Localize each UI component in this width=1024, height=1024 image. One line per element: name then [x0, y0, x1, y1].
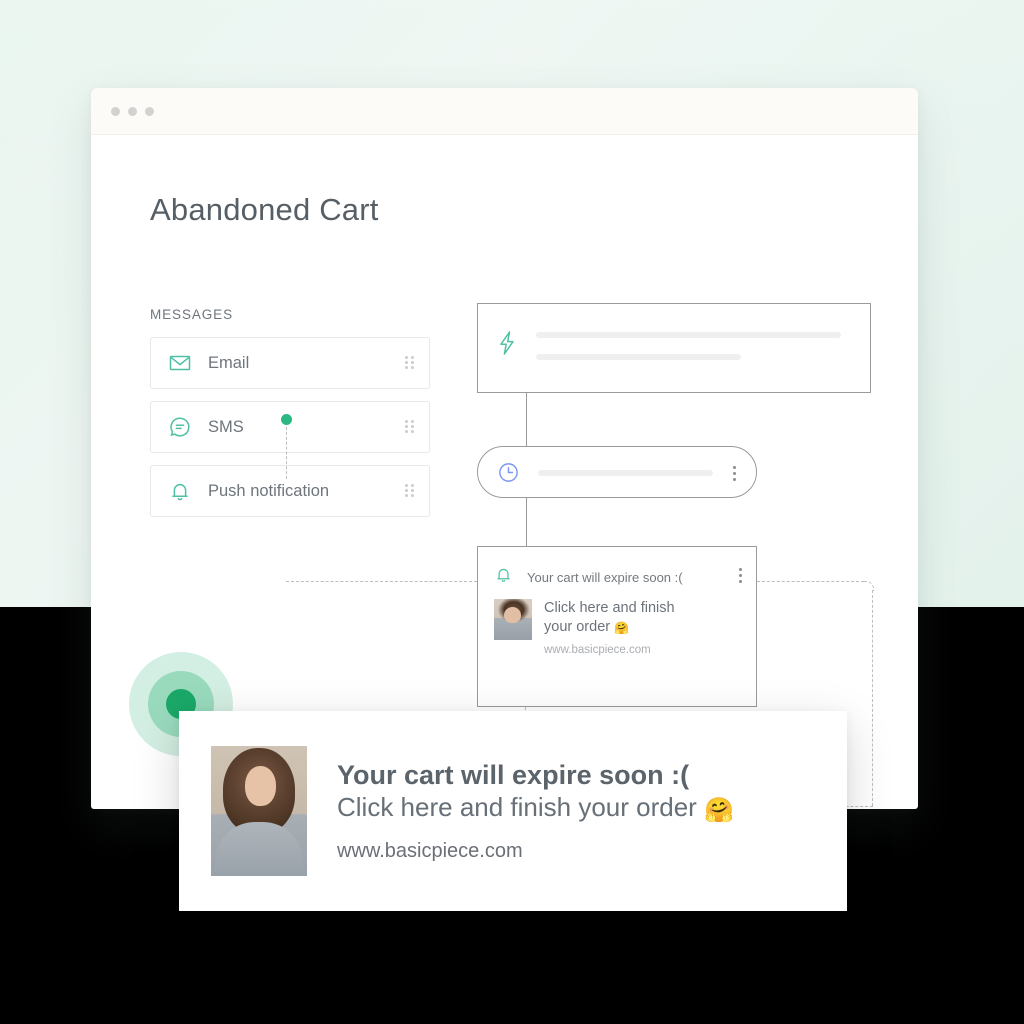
- placeholder-line: [538, 470, 713, 476]
- push-card-header: Your cart will expire soon :(: [494, 565, 683, 589]
- thumbnail-face: [245, 766, 276, 806]
- screenshot-stage: Abandoned Cart MESSAGES Email SMS Push n…: [0, 0, 1024, 1024]
- push-card-url: www.basicpiece.com: [544, 643, 651, 656]
- push-card-text: Click here and finish your order 🤗 www.b…: [544, 599, 694, 656]
- push-card-thumbnail: [494, 599, 532, 640]
- notification-url: www.basicpiece.com: [337, 840, 523, 863]
- notification-subtitle: Click here and finish your order 🤗: [337, 792, 734, 825]
- placeholder-line: [536, 332, 841, 338]
- hugging-face-emoji: 🤗: [614, 621, 630, 636]
- dashed-connector-right-horizontal: [757, 581, 864, 582]
- push-card-message: Click here and finish your order 🤗: [544, 600, 675, 636]
- placeholder-line: [536, 354, 741, 360]
- flow-card-push-notification[interactable]: Your cart will expire soon :( Click here…: [477, 546, 757, 707]
- hugging-face-emoji: 🤗: [704, 797, 734, 825]
- flow-connector-delay-to-push: [526, 498, 527, 546]
- kebab-menu-icon[interactable]: [739, 568, 742, 583]
- dashed-connector-left-horizontal: [286, 581, 477, 582]
- green-connector-dot: [281, 414, 292, 425]
- clock-icon: [497, 461, 520, 489]
- dashed-connector-right-vertical: [872, 590, 873, 806]
- maximize-dot[interactable]: [145, 106, 154, 116]
- notification-text: Your cart will expire soon :( Click here…: [337, 759, 734, 864]
- push-card-title: Your cart will expire soon :(: [527, 569, 683, 585]
- notification-thumbnail: [211, 746, 307, 876]
- push-card-body: Click here and finish your order 🤗 www.b…: [494, 599, 694, 656]
- bell-icon: [494, 565, 513, 589]
- minimize-dot[interactable]: [128, 106, 137, 116]
- thumbnail-shoulders: [215, 822, 303, 876]
- kebab-menu-icon[interactable]: [733, 466, 736, 481]
- notification-preview-overlay[interactable]: Your cart will expire soon :( Click here…: [179, 711, 847, 911]
- flow-card-trigger[interactable]: [477, 303, 871, 393]
- flow-card-delay[interactable]: [477, 446, 757, 498]
- lightning-bolt-icon: [496, 330, 518, 361]
- close-dot[interactable]: [111, 106, 120, 116]
- dashed-connector-left-vertical: [286, 427, 287, 479]
- notification-title: Your cart will expire soon :(: [337, 759, 690, 790]
- browser-titlebar: [91, 88, 918, 135]
- flow-connector-trigger-to-delay: [526, 393, 527, 446]
